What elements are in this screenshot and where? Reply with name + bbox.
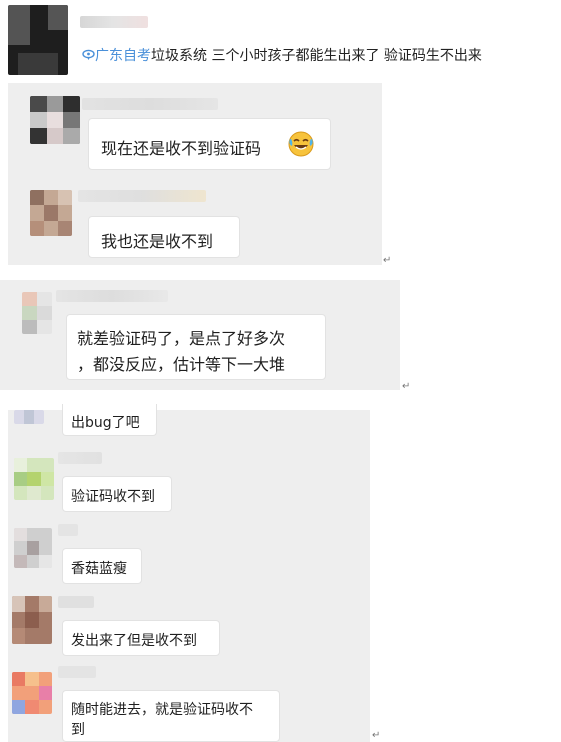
comment-bubble-1: 现在还是收不到验证码 [88, 118, 331, 170]
comment-text-4: 出bug了吧 [71, 415, 140, 431]
comment-bubble-4: 出bug了吧 [62, 404, 157, 436]
comment-bubble-5: 验证码收不到 [62, 476, 172, 512]
commenter-name-blurred-3[interactable] [56, 290, 168, 302]
paragraph-mark-3: ↵ [372, 730, 381, 741]
commenter-avatar-8[interactable] [12, 672, 52, 714]
comment-bubble-7: 发出来了但是收不到 [62, 620, 220, 656]
comment-text-5: 验证码收不到 [71, 489, 155, 505]
commenter-avatar-4[interactable] [14, 410, 44, 424]
commenter-name-blurred-8[interactable] [58, 666, 96, 678]
paragraph-mark-1: ↵ [383, 255, 392, 266]
comment-bubble-3: 就差验证码了，是点了好多次 ，都没反应，估计等下一大堆 [66, 314, 326, 380]
paragraph-mark-2: ↵ [402, 381, 411, 392]
commenter-avatar-3[interactable] [22, 292, 52, 334]
comment-text-3-line2: ，都没反应，估计等下一大堆 [77, 355, 286, 374]
comment-text-6: 香菇蓝瘦 [71, 561, 127, 577]
comment-text-8-line2: 到 [71, 722, 85, 738]
comment-bubble-2: 我也还是收不到 [88, 216, 240, 258]
topic-icon[interactable] [82, 49, 95, 65]
header-message: 广东自考垃圾系统 三个小时孩子都能生出来了 验证码生不出来 [82, 45, 482, 65]
commenter-avatar-6[interactable] [14, 528, 52, 568]
commenter-name-blurred-1[interactable] [82, 98, 218, 110]
commenter-avatar-7[interactable] [12, 596, 52, 644]
commenter-avatar-2[interactable] [30, 190, 72, 236]
commenter-name-blurred-6[interactable] [58, 524, 78, 536]
comment-bubble-6: 香菇蓝瘦 [62, 548, 142, 584]
commenter-name-blurred-5[interactable] [58, 452, 102, 464]
header-username-blurred[interactable] [80, 16, 148, 28]
comment-text-1: 现在还是收不到验证码 [101, 139, 262, 158]
commenter-avatar-1[interactable] [30, 96, 80, 144]
comment-text-2: 我也还是收不到 [101, 232, 214, 251]
topic-link[interactable]: 广东自考 [95, 48, 151, 64]
post-text: 垃圾系统 三个小时孩子都能生出来了 验证码生不出来 [151, 48, 482, 64]
comment-text-8-line1: 随时能进去，就是验证码收不 [71, 702, 253, 718]
header-avatar[interactable] [8, 5, 68, 75]
laughing-tears-emoji-icon [287, 130, 315, 162]
commenter-name-blurred-7[interactable] [58, 596, 94, 608]
commenter-name-blurred-2[interactable] [78, 190, 206, 202]
comment-text-3-line1: 就差验证码了，是点了好多次 [77, 329, 286, 348]
comment-bubble-8: 随时能进去，就是验证码收不 到 [62, 690, 280, 742]
comment-text-7: 发出来了但是收不到 [71, 633, 197, 649]
commenter-avatar-5[interactable] [14, 458, 54, 500]
